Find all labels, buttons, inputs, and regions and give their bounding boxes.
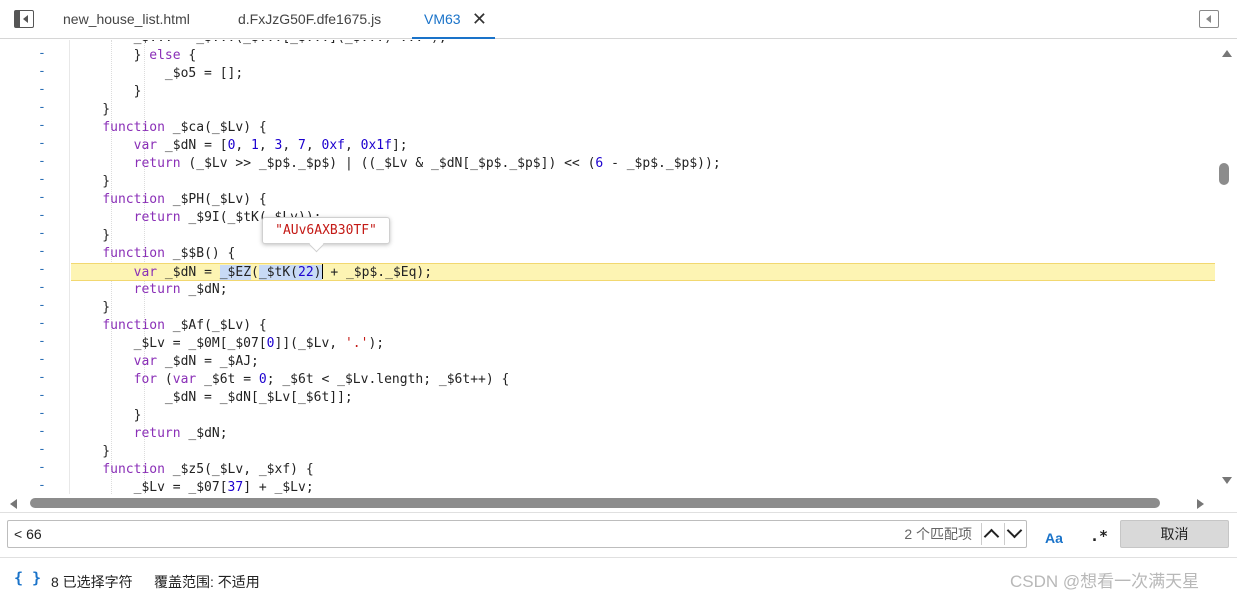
watermark: CSDN @想看一次满天星 [1010,572,1200,591]
horizontal-scrollbar[interactable] [0,495,1216,511]
gutter-marker: - [38,460,46,475]
code-line: function _$ca(_$Lv) { [102,120,267,135]
code-line: _$o5 = []; [71,66,244,81]
gutter-marker: - [38,262,46,277]
code-line: return _$dN; [133,426,228,441]
search-input-value[interactable]: < 66 [14,521,42,547]
gutter-marker: - [38,298,46,313]
gutter-marker: - [38,280,46,295]
gutter-marker: - [38,136,46,151]
code-line: for (var _$6t = 0; _$6t < _$Lv.length; _… [133,372,510,387]
tab-fxjz-js[interactable]: d.FxJzG50F.dfe1675.js [238,0,381,39]
scroll-left-icon[interactable] [10,499,17,509]
code-line: function _$Af(_$Lv) { [102,318,267,333]
selection-status: 8 已选择字符 [51,574,133,590]
code-line: } [71,228,111,243]
value-tooltip: "AUv6AXB30TF" [262,217,390,244]
gutter-marker: - [38,370,46,385]
code-line: } [71,102,111,117]
gutter-marker: - [38,100,46,115]
code-line: function _$$B() { [102,246,236,261]
line-gutter: - - - - - - - - - - - - - - - - - - - - … [0,40,70,494]
code-line: return (_$Lv >> _$p$._$p$) | ((_$Lv & _$… [133,156,721,171]
code-line: function _$PH(_$Lv) { [102,192,267,207]
vertical-scrollbar[interactable] [1216,40,1237,494]
code-line: function _$z5(_$Lv, _$xf) { [102,462,314,477]
code-line: } else { [71,48,197,63]
coverage-status: 覆盖范围: 不适用 [154,574,260,590]
gutter-marker: - [38,442,46,457]
gutter-marker: - [38,190,46,205]
code-line: var _$dN = _$AJ; [133,354,259,369]
chevron-down-icon[interactable] [1004,522,1026,545]
code-line: _$Lv = _$07[37] + _$Lv; [71,480,314,494]
gutter-marker: - [38,208,46,223]
gutter-marker: - [38,64,46,79]
chevron-up-icon[interactable] [981,523,1003,545]
code-line-highlighted: var _$dN = _$EZ(_$tK(22) + _$p$._$Eq); [71,263,1215,281]
match-case-button[interactable]: Aa [1045,530,1063,546]
code-line: } [71,444,111,459]
code-line: } [71,408,142,423]
tab-label: VM63 [424,11,461,27]
code-line: } [71,84,142,99]
sidebar-toggle-icon[interactable] [1199,10,1219,28]
gutter-marker: - [38,244,46,259]
gutter-marker: - [38,388,46,403]
tab-bar: new_house_list.html d.FxJzG50F.dfe1675.j… [0,0,1237,39]
gutter-marker: - [38,334,46,349]
code-line: return _$9I(_$tK(_$Lv)); [133,210,322,225]
gutter-marker: - [38,154,46,169]
search-bar: < 66 2 个匹配项 Aa .* 取消 [0,512,1237,556]
gutter-marker: - [38,424,46,439]
cancel-button[interactable]: 取消 [1120,520,1229,548]
scroll-down-icon[interactable] [1222,477,1232,484]
gutter-marker: - [38,82,46,97]
gutter-marker: - [38,478,46,493]
code-line: _$dN = _$dN[_$Lv[_$6t]]; [71,390,353,405]
close-icon[interactable]: ✕ [472,0,487,39]
gutter-marker: - [38,172,46,187]
code-line: var _$dN = [0, 1, 3, 7, 0xf, 0x1f]; [133,138,408,153]
gutter-marker: - [38,316,46,331]
regex-button[interactable]: .* [1090,527,1108,545]
gutter-marker: - [38,406,46,421]
code-editor[interactable]: - - - - - - - - - - - - - - - - - - - - … [0,40,1237,494]
scrollbar-thumb[interactable] [1219,163,1229,185]
code-line: return _$dN; [133,282,228,297]
tab-new-house-list[interactable]: new_house_list.html [63,0,190,39]
pretty-print-icon[interactable]: { } [14,569,41,587]
status-bar: { } 8 已选择字符 覆盖范围: 不适用 CSDN @想看一次满天星 [0,557,1237,595]
code-line: _$Lv = _$0M[_$07[0]](_$Lv, '.'); [71,336,385,351]
sidebar-toggle-icon[interactable] [14,10,34,28]
match-count: 2 个匹配项 [904,526,972,542]
gutter-marker: - [38,226,46,241]
search-input[interactable]: < 66 2 个匹配项 [7,520,1027,548]
scroll-right-icon[interactable] [1197,499,1204,509]
gutter-marker: - [38,118,46,133]
code-line: } [71,300,111,315]
tab-vm63[interactable]: VM63 ✕ [412,0,495,39]
code-line: } [71,174,111,189]
gutter-marker: - [38,46,46,61]
code-line: _$... = _$...(_$...[_$...](_$...) ... ); [71,40,1215,47]
scroll-up-icon[interactable] [1222,50,1232,57]
scrollbar-thumb[interactable] [30,498,1160,508]
gutter-marker: - [38,352,46,367]
